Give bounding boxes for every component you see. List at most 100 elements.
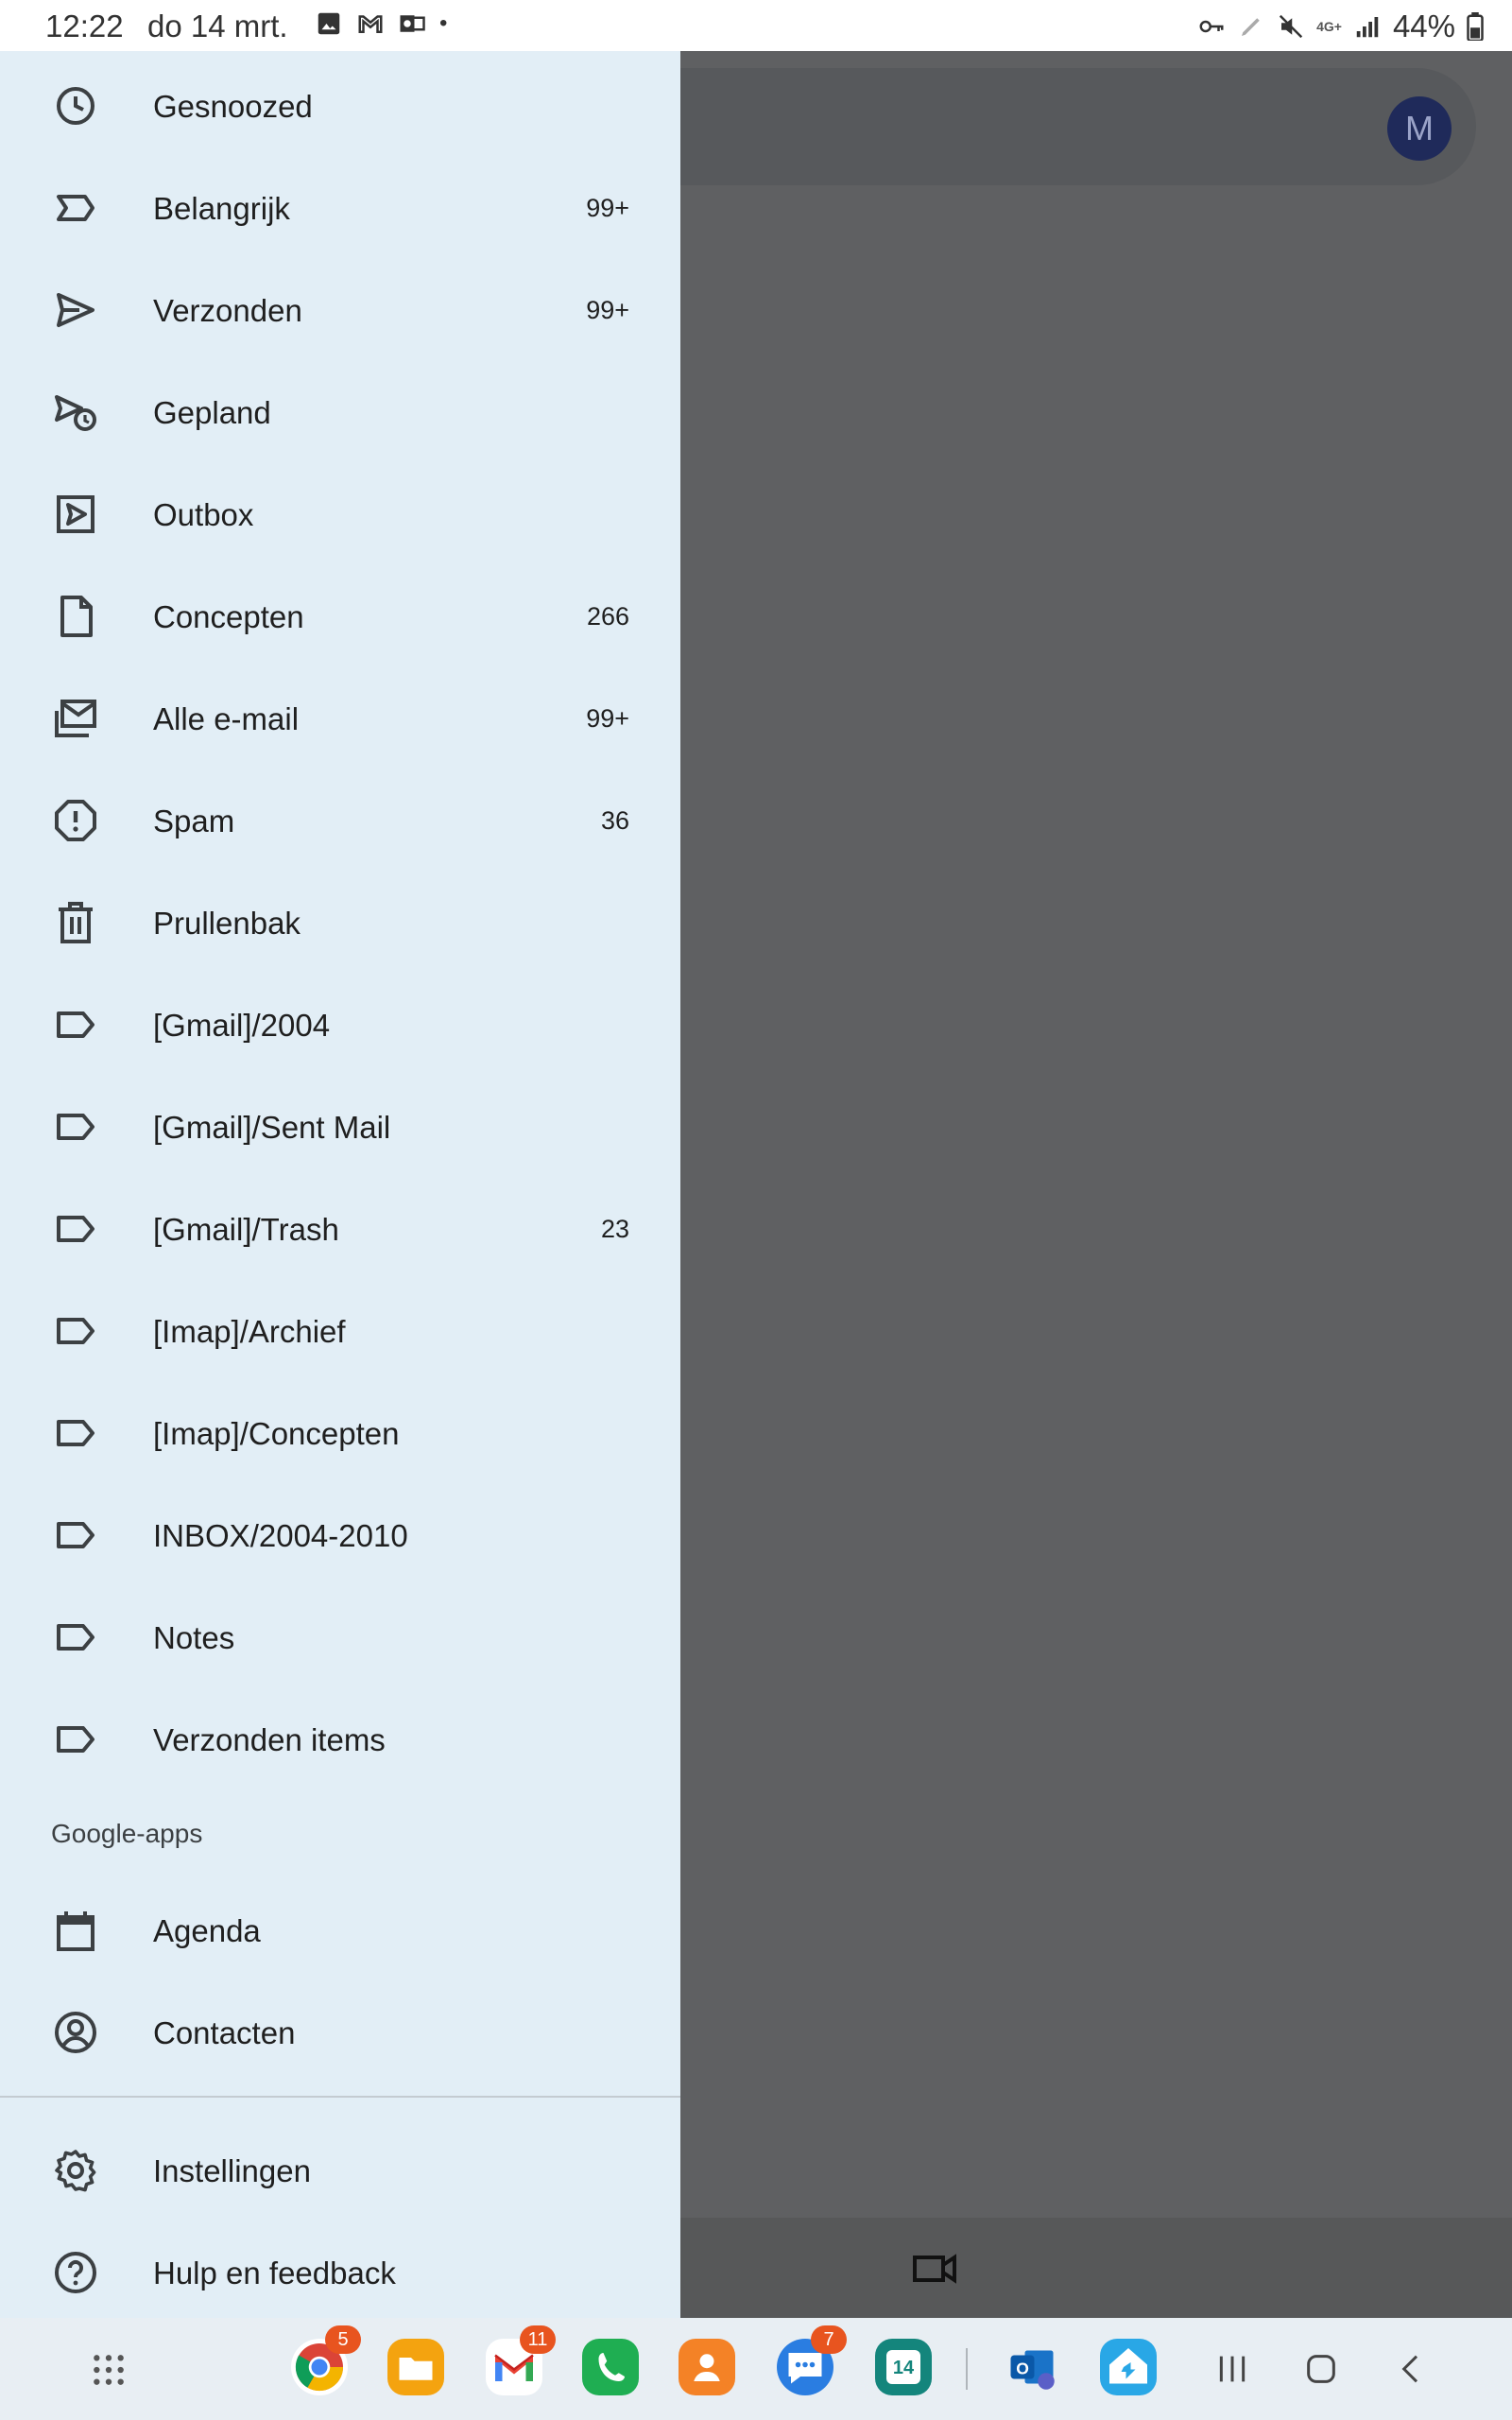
- svg-text:O: O: [1016, 2360, 1029, 2378]
- drawer-item-scheduled[interactable]: Gepland: [0, 357, 680, 459]
- status-date: do 14 mrt.: [147, 9, 288, 43]
- notification-badge: 11: [520, 2325, 556, 2354]
- outlook-icon: [400, 15, 425, 32]
- drawer-item-sent[interactable]: Verzonden 99+: [0, 255, 680, 357]
- recent-apps-button[interactable]: [1213, 2350, 1251, 2388]
- drawer-item-label: Outbox: [153, 497, 254, 532]
- calendar-icon: [53, 1908, 98, 1953]
- drawer-item-label-gmail-trash[interactable]: [Gmail]/Trash 23: [0, 1174, 680, 1276]
- contacts-icon: [53, 2010, 98, 2055]
- draft-icon: [53, 594, 98, 639]
- drawer-item-label: Gesnoozed: [153, 89, 313, 124]
- drawer-item-spam[interactable]: Spam 36: [0, 766, 680, 868]
- drawer-item-label: [Gmail]/Trash: [153, 1212, 339, 1247]
- drawer-item-agenda[interactable]: Agenda: [0, 1876, 680, 1978]
- drawer-item-label: [Gmail]/Sent Mail: [153, 1110, 391, 1145]
- gallery-icon: [318, 12, 340, 35]
- drawer-item-trash[interactable]: Prullenbak: [0, 868, 680, 970]
- drawer-item-label: [Imap]/Concepten: [153, 1416, 400, 1451]
- drawer-item-snoozed[interactable]: Gesnoozed: [0, 51, 680, 153]
- drawer-item-label: INBOX/2004-2010: [153, 1518, 408, 1553]
- unread-count: 99+: [586, 704, 629, 733]
- unread-count: 99+: [586, 296, 629, 324]
- drawer-item-label-gmail-2004[interactable]: [Gmail]/2004: [0, 970, 680, 1072]
- drawer-item-label-gmail-sent-mail[interactable]: [Gmail]/Sent Mail: [0, 1072, 680, 1174]
- drawer-divider: [0, 2096, 680, 2098]
- drawer-item-drafts[interactable]: Concepten 266: [0, 562, 680, 664]
- chrome-app-icon[interactable]: 5: [291, 2325, 361, 2395]
- spam-icon: [53, 798, 98, 843]
- drawer-item-help-feedback[interactable]: Hulp en feedback: [0, 2218, 680, 2320]
- drawer-item-contacten[interactable]: Contacten: [0, 1978, 680, 2080]
- drawer-item-label: Prullenbak: [153, 906, 301, 941]
- drawer-item-label-verzonden-items[interactable]: Verzonden items: [0, 1685, 680, 1787]
- important-icon: [53, 185, 98, 231]
- calendar-date: 14: [886, 2350, 920, 2384]
- drawer-item-label: Agenda: [153, 1913, 261, 1948]
- drawer-item-label: [Imap]/Archief: [153, 1314, 346, 1349]
- trash-icon: [53, 900, 98, 945]
- drawer-item-label: Spam: [153, 804, 235, 838]
- pen-icon: [1242, 18, 1260, 36]
- home-button[interactable]: [1302, 2350, 1340, 2388]
- phone-app-icon[interactable]: [582, 2339, 639, 2395]
- drawer-item-important[interactable]: Belangrijk 99+: [0, 153, 680, 255]
- label-icon: [53, 1410, 98, 1456]
- background-bottom-bar: [680, 2218, 1512, 2318]
- calendar-app-icon[interactable]: 14: [875, 2339, 932, 2395]
- label-icon: [53, 1512, 98, 1558]
- clock-icon: [53, 83, 98, 129]
- settings-icon: [53, 2148, 98, 2193]
- drawer-item-label-imap-archief[interactable]: [Imap]/Archief: [0, 1276, 680, 1378]
- drawer-item-label-notes[interactable]: Notes: [0, 1582, 680, 1685]
- drawer-item-label: Notes: [153, 1620, 235, 1655]
- outlook-app-icon[interactable]: O: [1004, 2339, 1060, 2395]
- drawer-item-label: Alle e-mail: [153, 701, 300, 736]
- dock-separator: [966, 2348, 968, 2390]
- drawer-item-label: Hulp en feedback: [153, 2256, 396, 2290]
- unread-count: 36: [600, 806, 629, 835]
- all-mail-icon: [53, 696, 98, 741]
- drawer-item-label: Verzonden: [153, 293, 302, 328]
- send-icon: [53, 287, 98, 333]
- battery-icon: [1467, 12, 1484, 41]
- navigation-bar: 5 11 7 14 O: [0, 2318, 1512, 2420]
- google-apps-header: Google-apps: [51, 1819, 203, 1848]
- drawer-item-label-imap-concepten[interactable]: [Imap]/Concepten: [0, 1378, 680, 1480]
- outbox-icon: [53, 492, 98, 537]
- account-avatar: M: [1387, 96, 1452, 161]
- drawer-item-label-inbox-2004-2010[interactable]: INBOX/2004-2010: [0, 1480, 680, 1582]
- contacts-app-icon[interactable]: [679, 2339, 735, 2395]
- app-drawer-icon[interactable]: [91, 2352, 127, 2388]
- background-search-bar: [605, 68, 1476, 185]
- label-icon: [53, 1717, 98, 1762]
- drawer-item-label: Belangrijk: [153, 191, 290, 226]
- help-icon: [53, 2250, 98, 2295]
- battery-percent: 44%: [1392, 9, 1455, 43]
- vpn-key-icon: [1199, 20, 1224, 33]
- signal-icon: [1356, 17, 1379, 38]
- notification-badge: 5: [325, 2325, 361, 2354]
- label-icon: [53, 1308, 98, 1354]
- messages-app-icon[interactable]: 7: [777, 2325, 847, 2395]
- drawer-item-label: Concepten: [153, 599, 304, 634]
- drawer-item-settings[interactable]: Instellingen: [0, 2116, 680, 2218]
- label-icon: [53, 1615, 98, 1660]
- unread-count: 266: [586, 602, 629, 631]
- notification-icons: •: [315, 9, 447, 38]
- system-status: 4G+ 44%: [1197, 9, 1484, 44]
- drawer-item-label: Instellingen: [153, 2153, 311, 2188]
- gmail-app-icon[interactable]: 11: [486, 2325, 556, 2395]
- unread-count: 99+: [586, 194, 629, 222]
- smart-home-app-icon[interactable]: [1100, 2339, 1157, 2395]
- drawer-item-label: Contacten: [153, 2015, 296, 2050]
- navigation-drawer: Gesnoozed Belangrijk 99+ Verzonden 99+ G…: [0, 51, 680, 2318]
- back-button[interactable]: [1393, 2350, 1431, 2388]
- files-app-icon[interactable]: [387, 2339, 444, 2395]
- label-icon: [53, 1206, 98, 1252]
- drawer-item-outbox[interactable]: Outbox: [0, 459, 680, 562]
- drawer-item-all-mail[interactable]: Alle e-mail 99+: [0, 664, 680, 766]
- status-bar: 12:22 do 14 mrt. • 4G+ 44%: [0, 0, 1512, 51]
- status-time: 12:22: [45, 9, 124, 43]
- notification-badge: 7: [811, 2325, 847, 2354]
